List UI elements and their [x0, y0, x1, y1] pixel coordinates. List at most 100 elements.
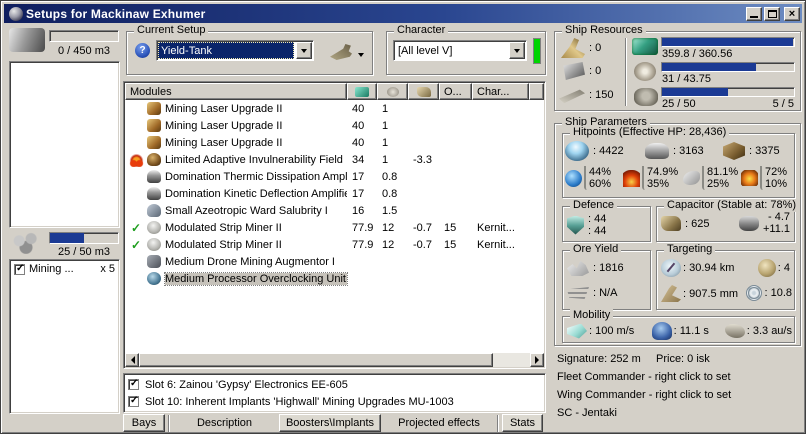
hitpoints-group: Hitpoints (Effective HP: 28,436) : 4422 …: [562, 126, 795, 198]
cpu-icon: [632, 38, 658, 55]
drone-bar: [49, 232, 119, 244]
col-filler: [529, 83, 544, 100]
drone-augmentor-rig-icon: [147, 255, 161, 268]
wing-commander[interactable]: Wing Commander - right click to set: [557, 389, 731, 401]
col-powergrid[interactable]: [377, 83, 408, 100]
character-label: Character: [394, 24, 449, 37]
tab-bays[interactable]: Bays: [123, 414, 165, 432]
setup-tools-button[interactable]: [330, 44, 352, 60]
launcher-icon: [563, 62, 585, 80]
drone-checkbox[interactable]: [14, 263, 25, 275]
setup-combobox-arrow[interactable]: [296, 42, 312, 59]
module-row-selected[interactable]: Medium Processor Overclocking Unit I: [125, 270, 544, 287]
scroll-thumb[interactable]: [139, 353, 493, 367]
max-velocity: : 100 m/s: [567, 322, 652, 340]
implant-item[interactable]: Slot 6: Zainou 'Gypsy' Electronics EE-60…: [128, 376, 541, 393]
explosive-resists: 72% 10%: [741, 166, 787, 190]
module-row[interactable]: Mining Laser Upgrade II 40 1: [125, 117, 544, 134]
active-check-icon: [131, 221, 141, 235]
app-icon: [9, 6, 23, 21]
col-modules[interactable]: Modules: [125, 83, 347, 100]
squad-commander[interactable]: SC - Jentaki: [557, 407, 617, 419]
dronebay-bar: [661, 87, 795, 97]
col-charge[interactable]: Char...: [472, 83, 529, 100]
align-time-icon: [651, 322, 672, 340]
col-cpu[interactable]: [347, 83, 377, 100]
fleet-commander[interactable]: Fleet Commander - right click to set: [557, 371, 731, 383]
hitpoints-label: Hitpoints (Effective HP: 28,436): [570, 126, 730, 139]
cargohold-icon: [9, 28, 45, 52]
targeting-range-icon: [661, 259, 681, 277]
module-row[interactable]: Modulated Strip Miner II 77.912-0.715Ker…: [125, 219, 544, 236]
scan-resolution-icon: [661, 285, 681, 302]
close-button[interactable]: ×: [784, 6, 800, 21]
tab-stats[interactable]: Stats: [502, 414, 543, 432]
scroll-right-button[interactable]: [530, 353, 544, 367]
strip-miner-icon: [147, 221, 161, 234]
drone-list-item[interactable]: Mining ... x 5: [14, 263, 115, 275]
character-combobox[interactable]: [All level V]: [393, 40, 527, 61]
tab-description[interactable]: Description: [172, 414, 277, 432]
em-resist-icon: [565, 169, 582, 187]
shield-amplifier-icon: [147, 170, 161, 183]
modules-hscrollbar[interactable]: [125, 353, 544, 367]
ore-yield-icon: [567, 260, 589, 276]
module-row[interactable]: Mining Laser Upgrade II 40 1: [125, 100, 544, 117]
implant-checkbox[interactable]: [128, 378, 139, 390]
module-row[interactable]: Limited Adaptive Invulnerability Field I…: [125, 151, 544, 168]
col-capacitor[interactable]: [408, 83, 439, 100]
character-combobox-arrow[interactable]: [509, 42, 525, 59]
defence-group: Defence : 44: 44: [562, 199, 651, 242]
module-row[interactable]: Domination Thermic Dissipation Amplifier…: [125, 168, 544, 185]
shield-hp: : 4422: [565, 141, 645, 161]
cap-recharge-icon: [738, 215, 759, 231]
module-name: Mining Laser Upgrade II: [165, 102, 283, 115]
module-name: Modulated Strip Miner II: [165, 238, 282, 251]
help-button[interactable]: ?: [135, 43, 150, 58]
col-optimal[interactable]: O...: [439, 83, 472, 100]
drone-capacity-label: 25 / 50 m3: [58, 246, 110, 258]
maximize-button[interactable]: [764, 6, 780, 21]
capacitor-icon: [416, 86, 431, 97]
kinetic-resists: 81.1% 25%: [683, 166, 741, 190]
drone-list[interactable]: Mining ... x 5: [9, 259, 120, 414]
module-row[interactable]: Domination Kinetic Deflection Amplifier …: [125, 185, 544, 202]
cargo-bar: [49, 30, 119, 42]
defence-icon: [567, 215, 584, 235]
implant-item[interactable]: Slot 10: Inherent Implants 'Highwall' Mi…: [128, 393, 541, 410]
mining-laser-upgrade-icon: [147, 102, 161, 115]
powergrid-bar: [661, 62, 795, 72]
cargo-list[interactable]: [9, 61, 120, 228]
targeting-group: Targeting : 30.94 km : 4 : 907.5 mm : 10…: [656, 243, 795, 310]
em-resists: 44% 60%: [565, 166, 623, 190]
sensor-strength-icon: [746, 285, 763, 301]
tab-boosters-implants[interactable]: Boosters\Implants: [279, 414, 381, 432]
explosive-resist-icon: [741, 170, 758, 186]
module-row[interactable]: Modulated Strip Miner II 77.912-0.715Ker…: [125, 236, 544, 253]
module-row[interactable]: Mining Laser Upgrade II 40 1: [125, 134, 544, 151]
tab-projected-effects[interactable]: Projected effects: [383, 414, 495, 432]
scroll-left-button[interactable]: [125, 353, 139, 367]
warp-speed: : 3.3 au/s: [724, 322, 792, 340]
module-name: Small Azeotropic Ward Salubrity I: [165, 204, 328, 217]
character-combobox-value: [All level V]: [398, 44, 453, 57]
kinetic-resist-icon: [683, 171, 700, 185]
module-row[interactable]: Small Azeotropic Ward Salubrity I 16 1.5: [125, 202, 544, 219]
titlebar[interactable]: Setups for Mackinaw Exhumer ×: [4, 4, 802, 23]
launcher-slots: : 0: [561, 62, 601, 80]
dronebay-icon: [9, 232, 43, 254]
setup-combobox[interactable]: Yield-Tank: [156, 40, 314, 61]
ship-parameters-group: Ship Parameters Hitpoints (Effective HP:…: [554, 116, 801, 346]
warp-speed-icon: [724, 324, 745, 338]
turret-icon: [561, 38, 585, 58]
modules-listview: Modules O... Char... Mining Laser Upgrad…: [123, 81, 546, 369]
setup-tools-dropdown-icon[interactable]: [358, 53, 364, 60]
implant-checkbox[interactable]: [128, 395, 139, 407]
cpu-bar: [661, 37, 795, 47]
strip-miner-icon: [147, 238, 161, 251]
module-row[interactable]: Medium Drone Mining Augmentor I: [125, 253, 544, 270]
ship-resources-group: Ship Resources : 0 : 0 : 150 359.8 / 360…: [554, 24, 801, 111]
shield-amplifier-icon: [147, 187, 161, 200]
align-time: : 11.1 s: [651, 322, 725, 340]
minimize-button[interactable]: [746, 6, 762, 21]
